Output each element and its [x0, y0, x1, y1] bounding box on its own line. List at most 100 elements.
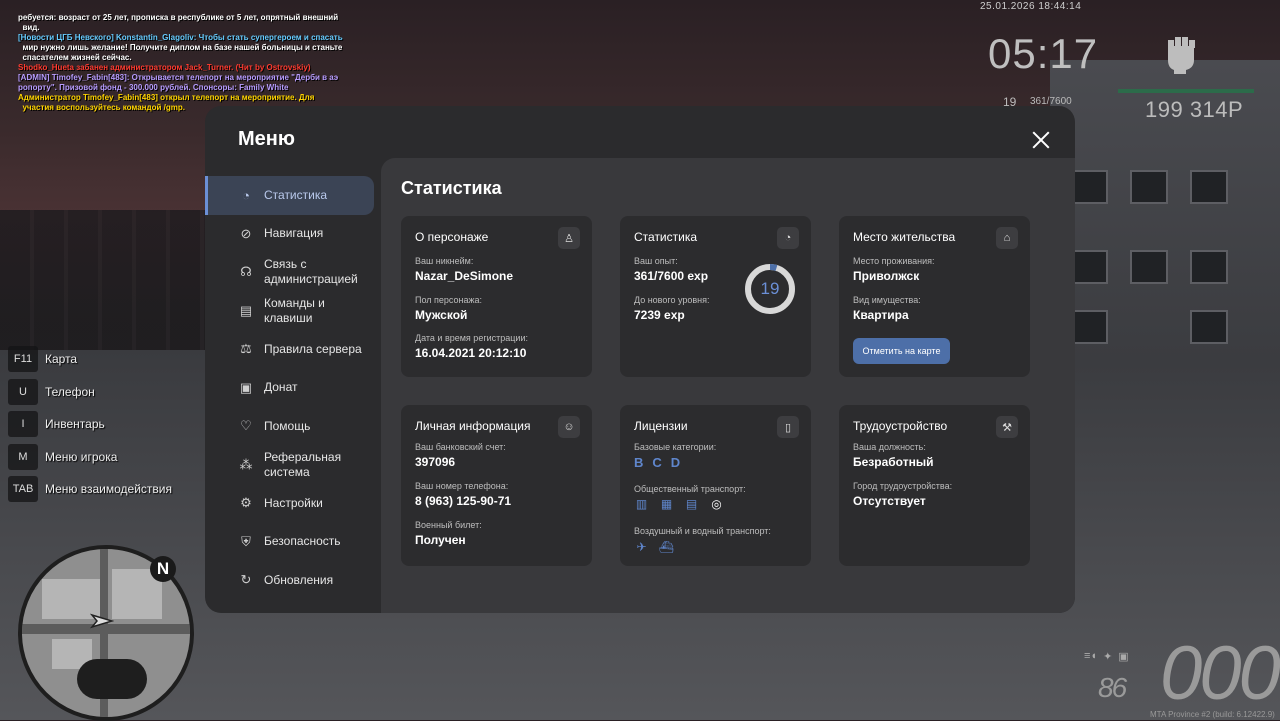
sidebar-item-rules[interactable]: ⚖ Правила сервера: [205, 330, 381, 369]
license-category: C: [652, 455, 662, 470]
main-menu: Меню ◔ Статистика ⊘ Навигация ☊ Связь с …: [205, 106, 1075, 613]
license-category: B: [634, 455, 644, 470]
license-category: D: [670, 455, 681, 470]
sidebar-item-commands[interactable]: ▤ Команды и клавиши: [205, 292, 381, 331]
sidebar-item-label: Реферальная система: [264, 449, 342, 479]
military-id-value: Получен: [415, 533, 466, 547]
card-title: Статистика: [634, 230, 698, 244]
building-window: [1130, 250, 1168, 284]
sidebar-item-navigation[interactable]: ⊘ Навигация: [205, 215, 381, 254]
refresh-icon: ↻: [240, 572, 252, 588]
gender-label: Пол персонажа:: [415, 295, 483, 305]
sidebar-item-settings[interactable]: ⚙ Настройки: [205, 484, 381, 523]
chat-line: ребуется: возраст от 25 лет, прописка в …: [18, 13, 339, 22]
sidebar-item-donate[interactable]: ▣ Донат: [205, 369, 381, 408]
hud-money: 199 314Р: [1145, 97, 1244, 122]
hotkey-label: Телефон: [45, 384, 95, 399]
hotkey-phone[interactable]: U Телефон: [8, 378, 172, 405]
card-residence: Место жительства ⌂ Место проживания: При…: [839, 216, 1030, 377]
sidebar-item-statistics[interactable]: ◔ Статистика: [205, 176, 374, 215]
property-type-label: Вид имущества:: [853, 295, 921, 305]
pie-chart-icon: ◔: [242, 187, 250, 203]
building-window: [1190, 310, 1228, 344]
sidebar-item-label: Связь с администрацией: [264, 257, 358, 287]
card-statistics: Статистика ◔ Ваш опыт: 361/7600 exp До н…: [620, 216, 811, 377]
mark-on-map-button[interactable]: Отметить на карте: [853, 338, 950, 364]
hud-health-bar: [1118, 89, 1254, 93]
sidebar-item-label: Команды и клавиши: [264, 295, 325, 325]
hotkey-key: F11: [8, 346, 38, 372]
fist-icon: [1168, 37, 1195, 74]
card-title: Личная информация: [415, 419, 531, 433]
public-transport-label: Общественный транспорт:: [634, 484, 746, 494]
sidebar-item-referral[interactable]: ⁂ Реферальная система: [205, 446, 381, 485]
residence-value: Приволжск: [853, 269, 920, 283]
chat-line: [Новости ЦГБ Невского] Konstantin_Glagol…: [18, 33, 343, 42]
chat-line: мир нужно лишь желание! Получите диплом …: [18, 43, 343, 52]
card-title: Лицензии: [634, 419, 688, 433]
job-city-label: Город трудоустройства:: [853, 481, 953, 491]
document-icon: ▤: [239, 302, 253, 318]
building-window: [1070, 170, 1108, 204]
position-value: Безработный: [853, 455, 934, 469]
chat-line: ропорту". Призовой фонд - 300.000 рублей…: [18, 83, 289, 92]
phone-label: Ваш номер телефона:: [415, 481, 509, 491]
hotkey-player-menu[interactable]: M Меню игрока: [8, 443, 172, 470]
hotkey-key: I: [8, 411, 38, 437]
compass-icon: ⊘: [240, 225, 252, 241]
fuel-readout: 86: [1098, 672, 1127, 703]
sidebar-item-label: Безопасность: [264, 534, 341, 549]
position-label: Ваша должность:: [853, 442, 926, 452]
card-character: О персонаже ♙ Ваш никнейм: Nazar_DeSimon…: [401, 216, 592, 377]
page-title: Статистика: [401, 178, 502, 198]
pie-chart-icon: ◔: [777, 227, 799, 249]
sidebar-item-admin-contact[interactable]: ☊ Связь с администрацией: [205, 253, 381, 292]
metro-icon: ◎: [711, 496, 722, 511]
card-licenses: Лицензии ▯ Базовые категории: B C D Обще…: [620, 405, 811, 566]
sidebar-item-security[interactable]: ⛨ Безопасность: [205, 523, 381, 562]
level-value: 19: [760, 279, 780, 298]
minimap-north-indicator: N: [150, 556, 176, 582]
user-icon: ♙: [558, 227, 580, 249]
sidebar-item-label: Обновления: [264, 572, 334, 587]
engine-icon: ▣: [1118, 651, 1129, 663]
hud-date: 25.01.2026 18:44:14: [980, 1, 1082, 12]
id-card-icon: ▯: [777, 416, 799, 438]
next-level-value: 7239 exp: [634, 308, 685, 322]
home-icon: ⌂: [996, 227, 1018, 249]
heart-hand-icon: ♡: [240, 418, 252, 434]
bank-account-value: 397096: [415, 455, 456, 469]
registration-value: 16.04.2021 20:12:10: [415, 346, 527, 360]
exp-label: Ваш опыт:: [634, 256, 678, 266]
hotkey-interaction-menu[interactable]: TAB Меню взаимодействия: [8, 476, 172, 502]
hotkey-label: Инвентарь: [45, 417, 105, 431]
sidebar-item-updates[interactable]: ↻ Обновления: [205, 561, 381, 600]
card-employment: Трудоустройство ⚒ Ваша должность: Безраб…: [839, 405, 1030, 566]
close-icon[interactable]: [1031, 130, 1051, 150]
sidebar-item-label: Статистика: [264, 187, 328, 202]
sidebar-item-help[interactable]: ♡ Помощь: [205, 407, 381, 446]
hotkey-label: Карта: [45, 352, 78, 366]
job-city-value: Отсутствует: [853, 494, 926, 508]
hotkey-list: F11 Карта U Телефон I Инвентарь M Меню и…: [8, 346, 172, 509]
stats-content: Статистика О персонаже ♙ Ваш никнейм: Na…: [381, 158, 1075, 613]
sidebar-item-label: Навигация: [264, 226, 324, 241]
player-arrow-icon: [90, 613, 114, 629]
hotkey-inventory[interactable]: I Инвентарь: [8, 411, 172, 437]
profile-icon: ☺: [558, 416, 580, 438]
hammer-icon: ⚒: [996, 416, 1018, 438]
license-categories: B C D: [634, 455, 680, 470]
hotkey-map[interactable]: F11 Карта: [8, 346, 172, 372]
hud-time: 05:17: [988, 30, 1099, 77]
chat-line: [ADMIN] Timofey_Fabin[483]: Открывается …: [18, 73, 339, 82]
nickname-value: Nazar_DeSimone: [415, 269, 514, 283]
wallet-icon: ▣: [239, 379, 253, 395]
registration-label: Дата и время регистрации:: [415, 333, 528, 343]
sidebar-item-label: Настройки: [264, 495, 323, 510]
gender-value: Мужской: [415, 308, 468, 322]
base-categories-label: Базовые категории:: [634, 442, 717, 452]
build-version: MTA Province #2 (build: 6.12422.9): [1150, 710, 1275, 719]
bank-account-label: Ваш банковский счет:: [415, 442, 506, 452]
air-water-transport-label: Воздушный и водный транспорт:: [634, 526, 771, 536]
chat-line: Shodko_Hueta забанен администратором Jac…: [18, 63, 311, 72]
